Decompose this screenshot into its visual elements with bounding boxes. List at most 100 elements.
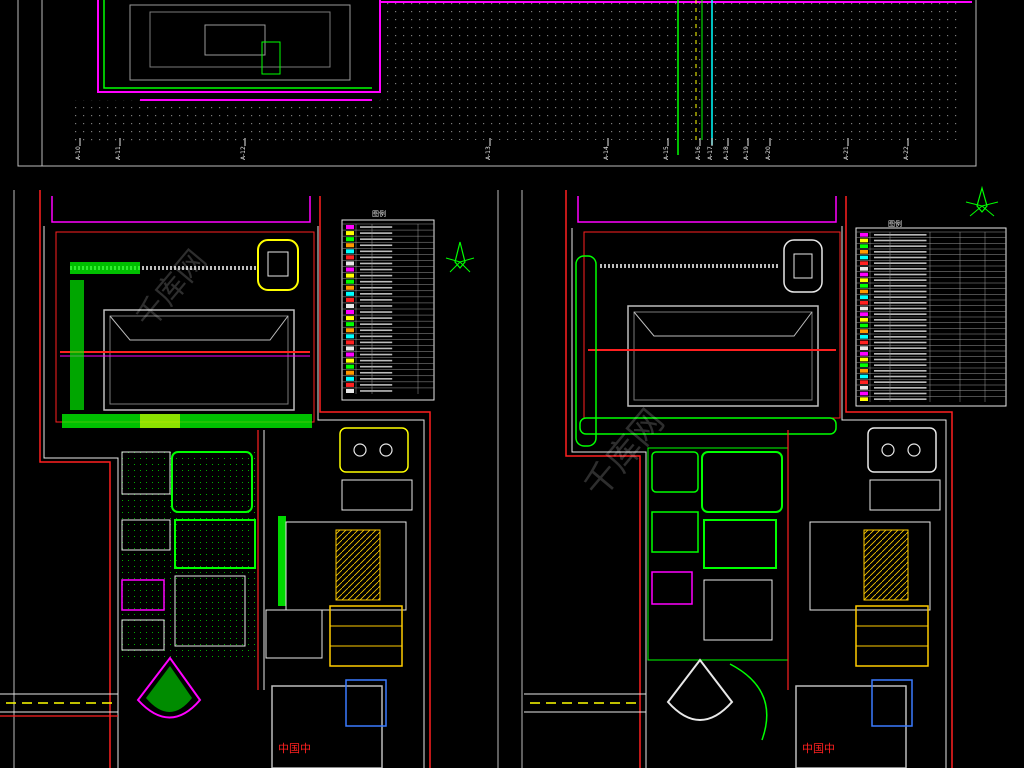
right-east-block: [869, 479, 941, 511]
legend-swatch: [860, 323, 868, 328]
left-gate-house-inner: [267, 251, 289, 277]
watermark-left: 千库网: [129, 244, 214, 335]
legend-text-stub: [360, 286, 393, 289]
legend-text-stub: [874, 307, 927, 310]
legend-text-stub: [874, 285, 927, 287]
legend-swatch: [346, 340, 354, 345]
legend-text-stub: [360, 378, 393, 380]
right-legend-table: 图例: [855, 219, 1007, 407]
legend-text-stub: [360, 347, 393, 350]
legend-swatch: [346, 376, 354, 381]
axis-label: A-13: [485, 146, 492, 160]
legend-text-stub: [360, 384, 393, 386]
legend-text-stub: [874, 336, 927, 338]
legend-text-stub: [360, 359, 393, 362]
legend-text-stub: [874, 279, 927, 281]
legend-swatch: [860, 363, 868, 367]
legend-text-stub: [360, 390, 393, 392]
legend-text-stub: [360, 256, 393, 259]
legend-swatch: [346, 285, 354, 290]
legend-swatch: [346, 334, 354, 339]
left-process-pipes: [335, 529, 381, 601]
legend-text-stub: [360, 226, 393, 228]
axis-label: A-15: [663, 146, 670, 160]
legend-swatch: [860, 278, 868, 282]
legend-text-stub: [360, 268, 393, 271]
right-gate-house: [783, 239, 823, 293]
legend-swatch: [860, 233, 868, 237]
legend-text-stub: [360, 323, 393, 325]
top-building-court: [204, 24, 266, 56]
legend-swatch: [860, 374, 868, 379]
right-north-arrow: [965, 185, 999, 217]
left-site-plan: 中国中 图例: [0, 190, 499, 768]
axis-label: A-21: [843, 146, 850, 160]
legend-swatch: [860, 267, 868, 271]
left-green-vertical-strip: [278, 516, 286, 606]
legend-text-stub: [360, 299, 393, 301]
legend-text-stub: [874, 245, 927, 247]
legend-text-stub: [874, 251, 927, 253]
legend-text-stub: [360, 353, 393, 356]
right-bottom-building: [795, 685, 907, 768]
legend-swatch: [860, 244, 868, 248]
right-south-block-4: [703, 519, 777, 569]
legend-text-stub: [874, 370, 927, 372]
right-main-hall-roof: [633, 311, 813, 337]
left-green-strip: [140, 414, 180, 428]
left-site-boundary-magenta: [51, 196, 311, 223]
legend-swatch: [346, 346, 354, 351]
legend-swatch: [346, 370, 354, 375]
legend-text-stub: [874, 313, 927, 315]
legend-swatch: [860, 329, 868, 333]
legend-text-stub: [360, 365, 393, 368]
legend-swatch: [346, 273, 354, 278]
legend-text-stub: [360, 371, 393, 374]
legend-swatch: [346, 237, 354, 242]
legend-text-stub: [874, 268, 927, 270]
legend-swatch: [346, 243, 354, 248]
legend-text-stub: [360, 317, 393, 319]
left-bottom-building: [271, 685, 383, 768]
legend-swatch: [860, 295, 868, 299]
left-green-belt-bottom: [62, 414, 312, 428]
legend-swatch: [860, 391, 868, 396]
legend-text-stub: [360, 335, 393, 338]
legend-swatch: [346, 358, 354, 363]
right-south-block-6: [651, 571, 693, 605]
legend-text-stub: [874, 341, 927, 344]
left-east-tank: [339, 427, 409, 473]
legend-swatch: [860, 352, 868, 356]
legend-text-stub: [874, 319, 927, 321]
legend-swatch: [346, 322, 354, 327]
legend-text-stub: [874, 262, 927, 264]
legend-text-stub: [360, 305, 393, 307]
legend-text-stub: [360, 244, 393, 247]
left-bottom-building-blue: [345, 679, 387, 727]
legend-swatch: [346, 225, 354, 230]
legend-text-stub: [874, 381, 927, 383]
legend-swatch: [346, 255, 354, 260]
top-boundary-green: [103, 0, 372, 89]
top-sheet: A-10 A-11 A-12 A-13 A-14 A-15 A-16 A-17 A-18 A-19…: [17, 0, 977, 167]
left-north-arrow: [445, 241, 475, 273]
right-south-block-2: [701, 451, 783, 513]
left-legend-title: 图例: [372, 209, 386, 218]
legend-swatch: [860, 306, 868, 311]
left-green-belt-left: [70, 280, 84, 410]
right-gate-house-inner: [793, 253, 813, 279]
legend-swatch: [346, 297, 354, 302]
legend-swatch: [346, 279, 354, 284]
legend-text-stub: [360, 274, 393, 277]
legend-swatch: [860, 250, 868, 254]
legend-swatch: [860, 312, 868, 316]
right-east-tank: [867, 427, 937, 473]
legend-swatch: [346, 352, 354, 357]
legend-text-stub: [874, 302, 927, 304]
top-building-block: [129, 4, 351, 81]
cad-drawing-canvas: A-10 A-11 A-12 A-13 A-14 A-15 A-16 A-17 A-18 A-19…: [0, 0, 1007, 768]
left-main-hall-inner: [109, 315, 289, 405]
top-boundary-magenta: [97, 0, 381, 93]
legend-text-stub: [874, 234, 927, 236]
left-east-tank-2: [379, 443, 393, 457]
